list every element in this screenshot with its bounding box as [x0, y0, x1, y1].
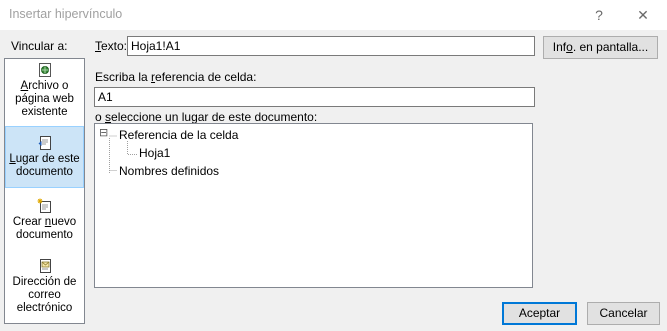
document-place-tree[interactable]: ⊟ Referencia de la celda Hoja1 Nombres d… [94, 123, 533, 288]
collapse-icon[interactable]: ⊟ [99, 128, 110, 139]
close-button[interactable]: ✕ [621, 0, 665, 30]
sidebar-item-label: existente [21, 106, 68, 118]
cell-reference-input[interactable]: A1 [94, 87, 535, 107]
email-icon [39, 259, 51, 273]
new-document-icon [37, 198, 51, 213]
sidebar-item-label: Lugar de este [9, 153, 80, 165]
sidebar-item-label: documento [16, 229, 73, 241]
sidebar-item-new-document[interactable]: Crear nuevo documento [5, 198, 84, 260]
link-to-sidebar: Archivo o página web existente Lugar de … [4, 58, 85, 324]
sidebar-item-label: Dirección de [12, 276, 77, 288]
tree-item-sheet[interactable]: Hoja1 [139, 146, 170, 160]
sidebar-item-email-address[interactable]: Dirección de correo electrónico [5, 258, 84, 320]
sidebar-item-label: documento [16, 166, 73, 178]
close-icon: ✕ [637, 7, 649, 23]
help-button[interactable]: ? [577, 0, 621, 30]
sidebar-item-label: Archivo o [20, 80, 69, 92]
sidebar-item-label: electrónico [16, 302, 73, 314]
file-web-icon [38, 63, 51, 77]
tree-item-cell-reference[interactable]: Referencia de la celda [119, 128, 238, 142]
cell-reference-label: Escriba la referencia de celda: [95, 70, 257, 84]
screentip-button[interactable]: Info. en pantalla... [543, 36, 658, 59]
text-label: Texto: [95, 39, 128, 53]
dialog-title: Insertar hipervínculo [9, 7, 123, 21]
tree-item-defined-names[interactable]: Nombres definidos [119, 164, 219, 178]
link-to-label: Vincular a: [11, 39, 68, 53]
cancel-button[interactable]: Cancelar [587, 302, 660, 325]
place-list-label: o seleccione un lugar de este documento: [95, 110, 318, 124]
sidebar-item-existing-file[interactable]: Archivo o página web existente [5, 62, 84, 124]
ok-button[interactable]: Aceptar [502, 302, 577, 325]
text-to-display-input[interactable]: Hoja1!A1 [127, 36, 535, 56]
sidebar-item-place-in-document[interactable]: Lugar de este documento [5, 126, 84, 188]
sidebar-item-label: correo [28, 289, 61, 301]
sidebar-item-label: página web [15, 93, 74, 105]
sidebar-item-label: Crear nuevo [12, 216, 77, 228]
document-place-icon [38, 136, 51, 150]
